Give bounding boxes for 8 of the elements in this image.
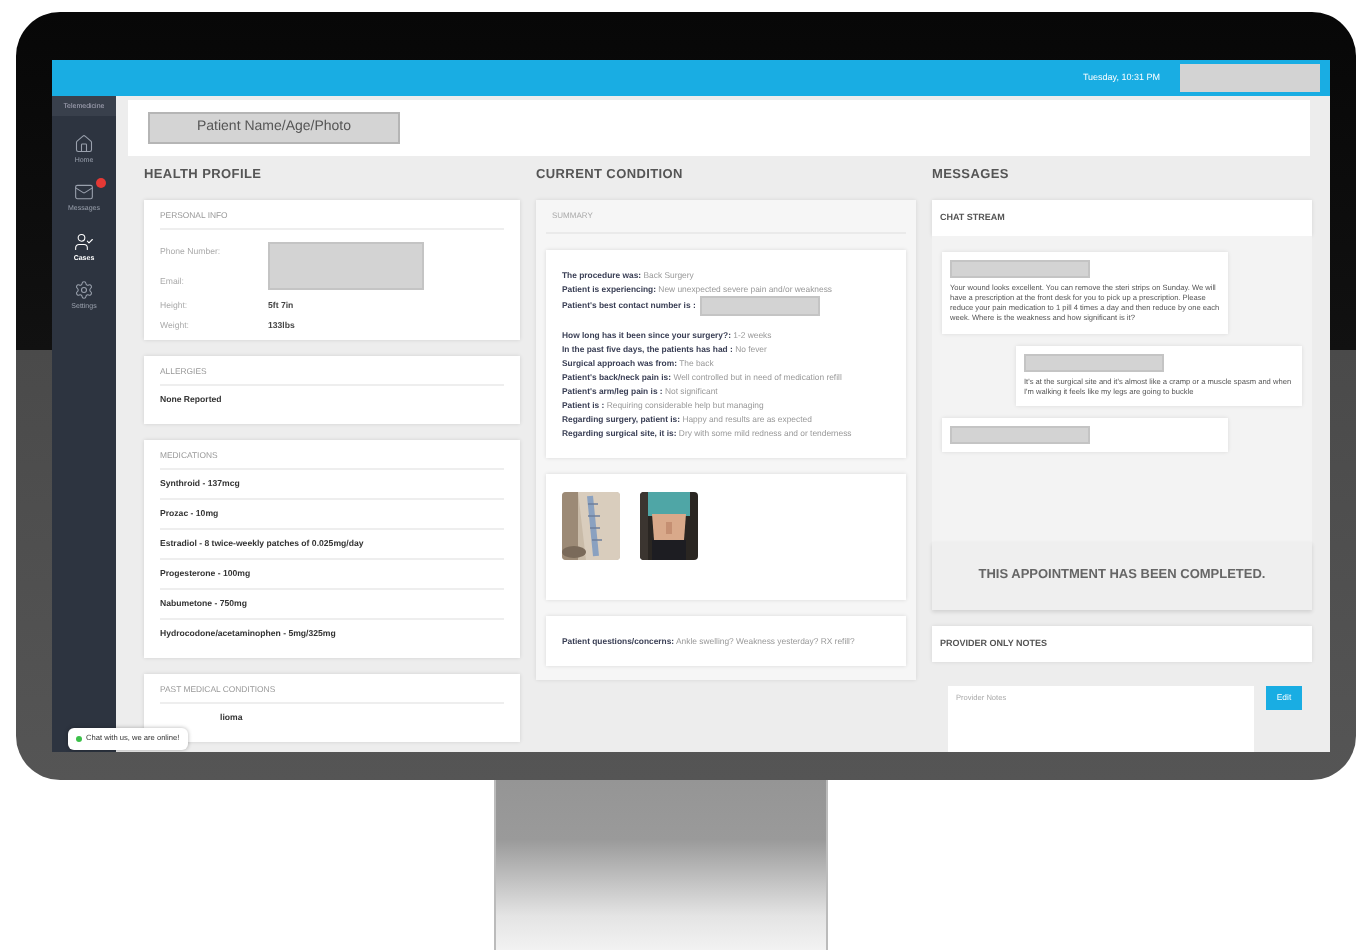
redacted-box — [1180, 64, 1320, 92]
redacted-box — [950, 259, 1090, 278]
mail-icon — [73, 182, 94, 203]
user-check-icon — [73, 231, 94, 252]
settings-icon — [74, 279, 94, 300]
home-icon — [74, 134, 94, 155]
redacted-box — [950, 426, 1090, 445]
redacted-box — [1024, 353, 1164, 372]
